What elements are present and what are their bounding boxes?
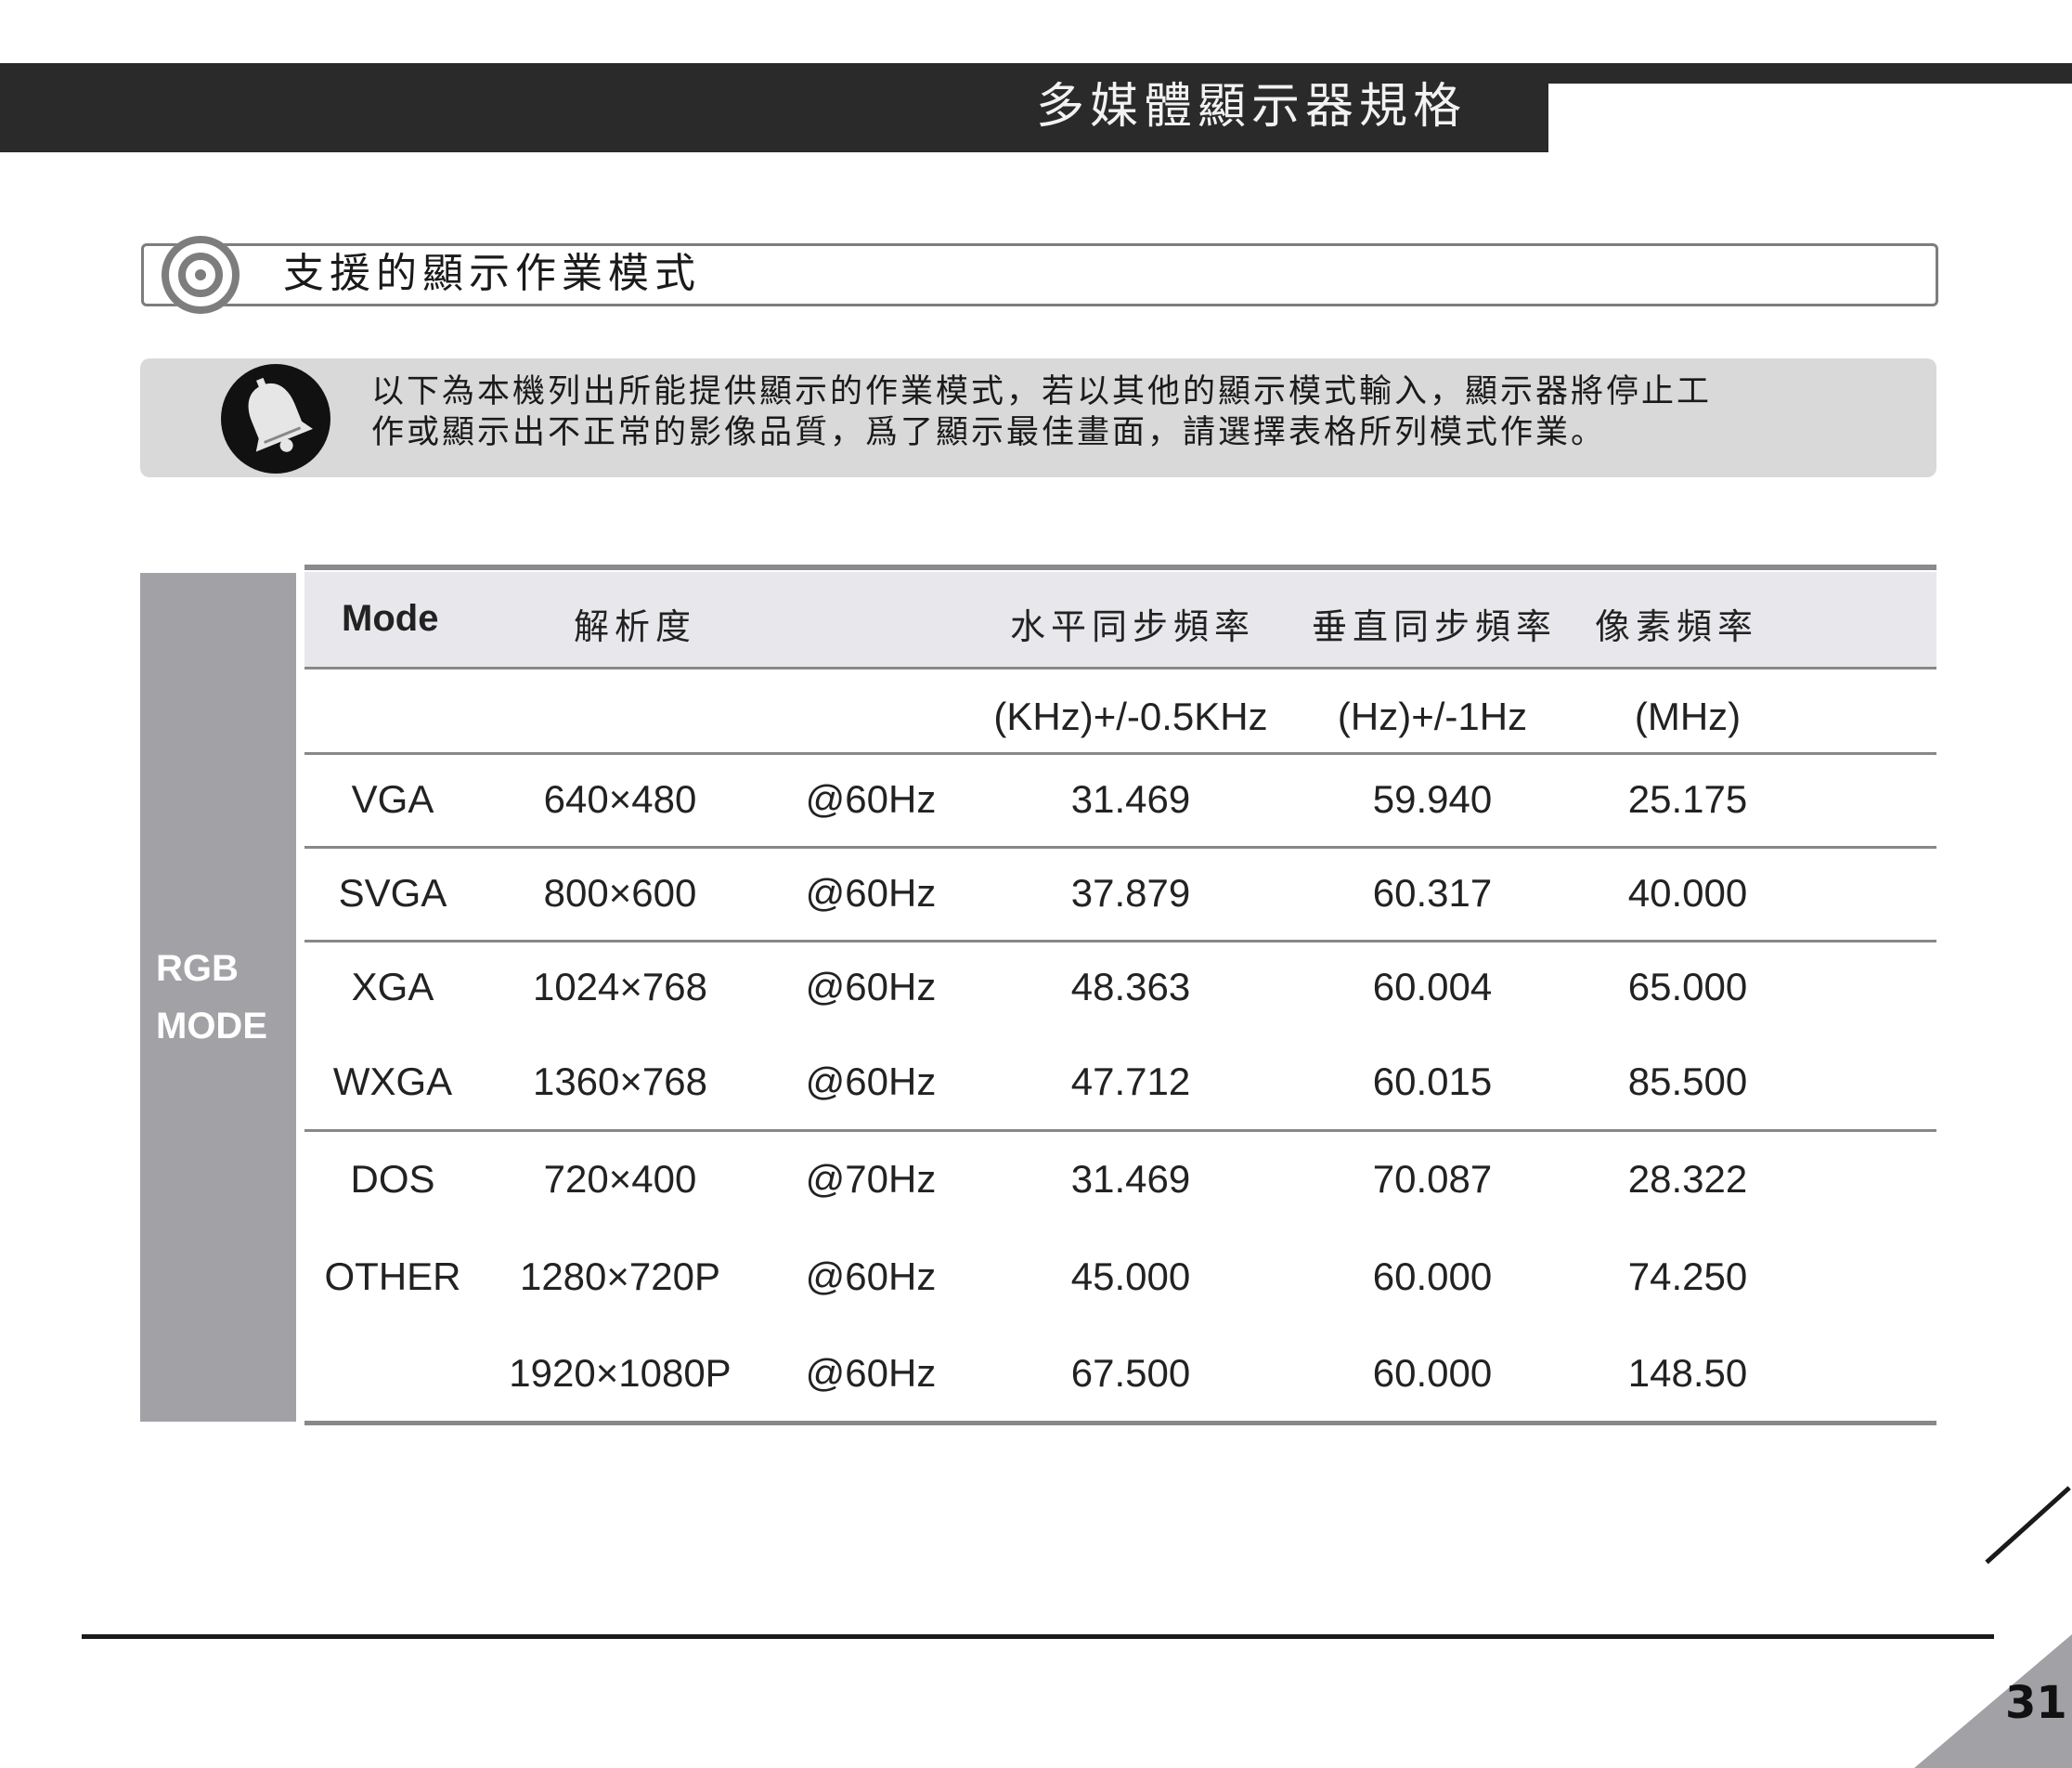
cell-refresh: @60Hz <box>805 777 937 821</box>
cell-mode: OTHER <box>324 1254 461 1298</box>
table-units-row: (KHz)+/-0.5KHz (Hz)+/-1Hz (MHz) <box>304 669 1936 761</box>
table-row: OTHER 1280×720P @60Hz 45.000 60.000 74.2… <box>304 1232 1936 1325</box>
bell-icon <box>221 364 330 474</box>
cell-refresh: @60Hz <box>805 871 937 915</box>
cell-pixel: 85.500 <box>1627 1060 1748 1103</box>
section-title: 支援的顯示作業模式 <box>283 250 701 297</box>
cell-mode: WXGA <box>332 1060 453 1103</box>
table-row: WXGA 1360×768 @60Hz 47.712 60.015 85.500 <box>304 1037 1936 1130</box>
table-row: DOS 720×400 @70Hz 31.469 70.087 28.322 <box>304 1135 1936 1228</box>
cell-resolution: 1360×768 <box>532 1060 708 1103</box>
cell-pixel: 25.175 <box>1627 777 1748 821</box>
header-vsync: 垂直同步頻率 <box>1312 606 1558 647</box>
notice-line-1: 以下為本機列出所能提供顯示的作業模式，若以其他的顯示模式輸入，顯示器將停止工 <box>371 373 1713 410</box>
notice-text: 以下為本機列出所能提供顯示的作業模式，若以其他的顯示模式輸入，顯示器將停止工 作… <box>371 371 1875 453</box>
cell-pixel: 74.250 <box>1627 1254 1748 1298</box>
cell-resolution: 1920×1080P <box>509 1351 732 1395</box>
table-row: XGA 1024×768 @60Hz 48.363 60.004 65.000 <box>304 942 1936 1035</box>
cell-refresh: @60Hz <box>805 965 937 1008</box>
target-icon <box>162 236 240 314</box>
table-header-row: Mode 解析度 水平同步頻率 垂直同步頻率 像素頻率 <box>304 572 1936 667</box>
page-header-title: 多媒體顯示器規格 <box>1035 79 1467 135</box>
rgb-mode-label-line2: MODE <box>156 1006 267 1046</box>
cell-hsync: 37.879 <box>1070 871 1191 915</box>
cell-vsync: 60.000 <box>1372 1254 1493 1298</box>
header-rule <box>1548 63 2072 84</box>
cell-resolution: 720×400 <box>543 1157 697 1201</box>
cell-resolution: 1280×720P <box>519 1254 721 1298</box>
cell-hsync: 67.500 <box>1070 1351 1191 1395</box>
cell-hsync: 45.000 <box>1070 1254 1191 1298</box>
cell-vsync: 60.004 <box>1372 965 1493 1008</box>
table-bottom-rule <box>304 1421 1936 1425</box>
display-mode-table: Mode 解析度 水平同步頻率 垂直同步頻率 像素頻率 (KHz)+/-0.5K… <box>304 565 1936 1426</box>
header-resolution: 解析度 <box>574 606 697 647</box>
cell-mode: VGA <box>351 777 434 821</box>
table-rule <box>304 1129 1936 1132</box>
rgb-mode-label-line1: RGB <box>156 948 239 989</box>
units-hsync: (KHz)+/-0.5KHz <box>993 695 1268 738</box>
cell-pixel: 65.000 <box>1627 965 1748 1008</box>
cell-hsync: 47.712 <box>1070 1060 1191 1103</box>
table-top-rule <box>304 565 1936 570</box>
table-row: VGA 640×480 @60Hz 31.469 59.940 25.175 <box>304 755 1936 848</box>
cell-vsync: 60.000 <box>1372 1351 1493 1395</box>
page-number: 31 <box>2005 1677 2067 1729</box>
cell-pixel: 28.322 <box>1627 1157 1748 1201</box>
cell-vsync: 60.015 <box>1372 1060 1493 1103</box>
cell-hsync: 31.469 <box>1070 1157 1191 1201</box>
header-pixel: 像素頻率 <box>1595 606 1759 647</box>
header-notch <box>1485 63 1550 152</box>
cell-vsync: 60.317 <box>1372 871 1493 915</box>
cell-resolution: 800×600 <box>543 871 697 915</box>
cell-resolution: 1024×768 <box>532 965 708 1008</box>
cell-pixel: 148.50 <box>1627 1351 1748 1395</box>
units-pixel: (MHz) <box>1634 695 1742 738</box>
cell-refresh: @60Hz <box>805 1060 937 1103</box>
cell-refresh: @60Hz <box>805 1351 937 1395</box>
cell-mode: XGA <box>351 965 434 1008</box>
rgb-mode-label: RGB MODE <box>156 940 267 1055</box>
footer-rule <box>82 1634 1994 1639</box>
cell-refresh: @70Hz <box>805 1157 937 1201</box>
cell-vsync: 59.940 <box>1372 777 1493 821</box>
cell-mode: SVGA <box>338 871 447 915</box>
cell-pixel: 40.000 <box>1627 871 1748 915</box>
cell-mode: DOS <box>350 1157 435 1201</box>
cell-hsync: 31.469 <box>1070 777 1191 821</box>
notice-line-2: 作或顯示出不正常的影像品質，爲了顯示最佳畫面，請選擇表格所列模式作業。 <box>371 414 1607 451</box>
cell-resolution: 640×480 <box>543 777 697 821</box>
header-hsync: 水平同步頻率 <box>1010 606 1256 647</box>
table-row: 1920×1080P @60Hz 67.500 60.000 148.50 <box>304 1329 1936 1422</box>
cell-hsync: 48.363 <box>1070 965 1191 1008</box>
table-row: SVGA 800×600 @60Hz 37.879 60.317 40.000 <box>304 849 1936 942</box>
header-mode: Mode <box>342 598 439 639</box>
units-vsync: (Hz)+/-1Hz <box>1337 695 1528 738</box>
cell-vsync: 70.087 <box>1372 1157 1493 1201</box>
cell-refresh: @60Hz <box>805 1254 937 1298</box>
footer-rule-diagonal <box>1985 1486 2071 1565</box>
